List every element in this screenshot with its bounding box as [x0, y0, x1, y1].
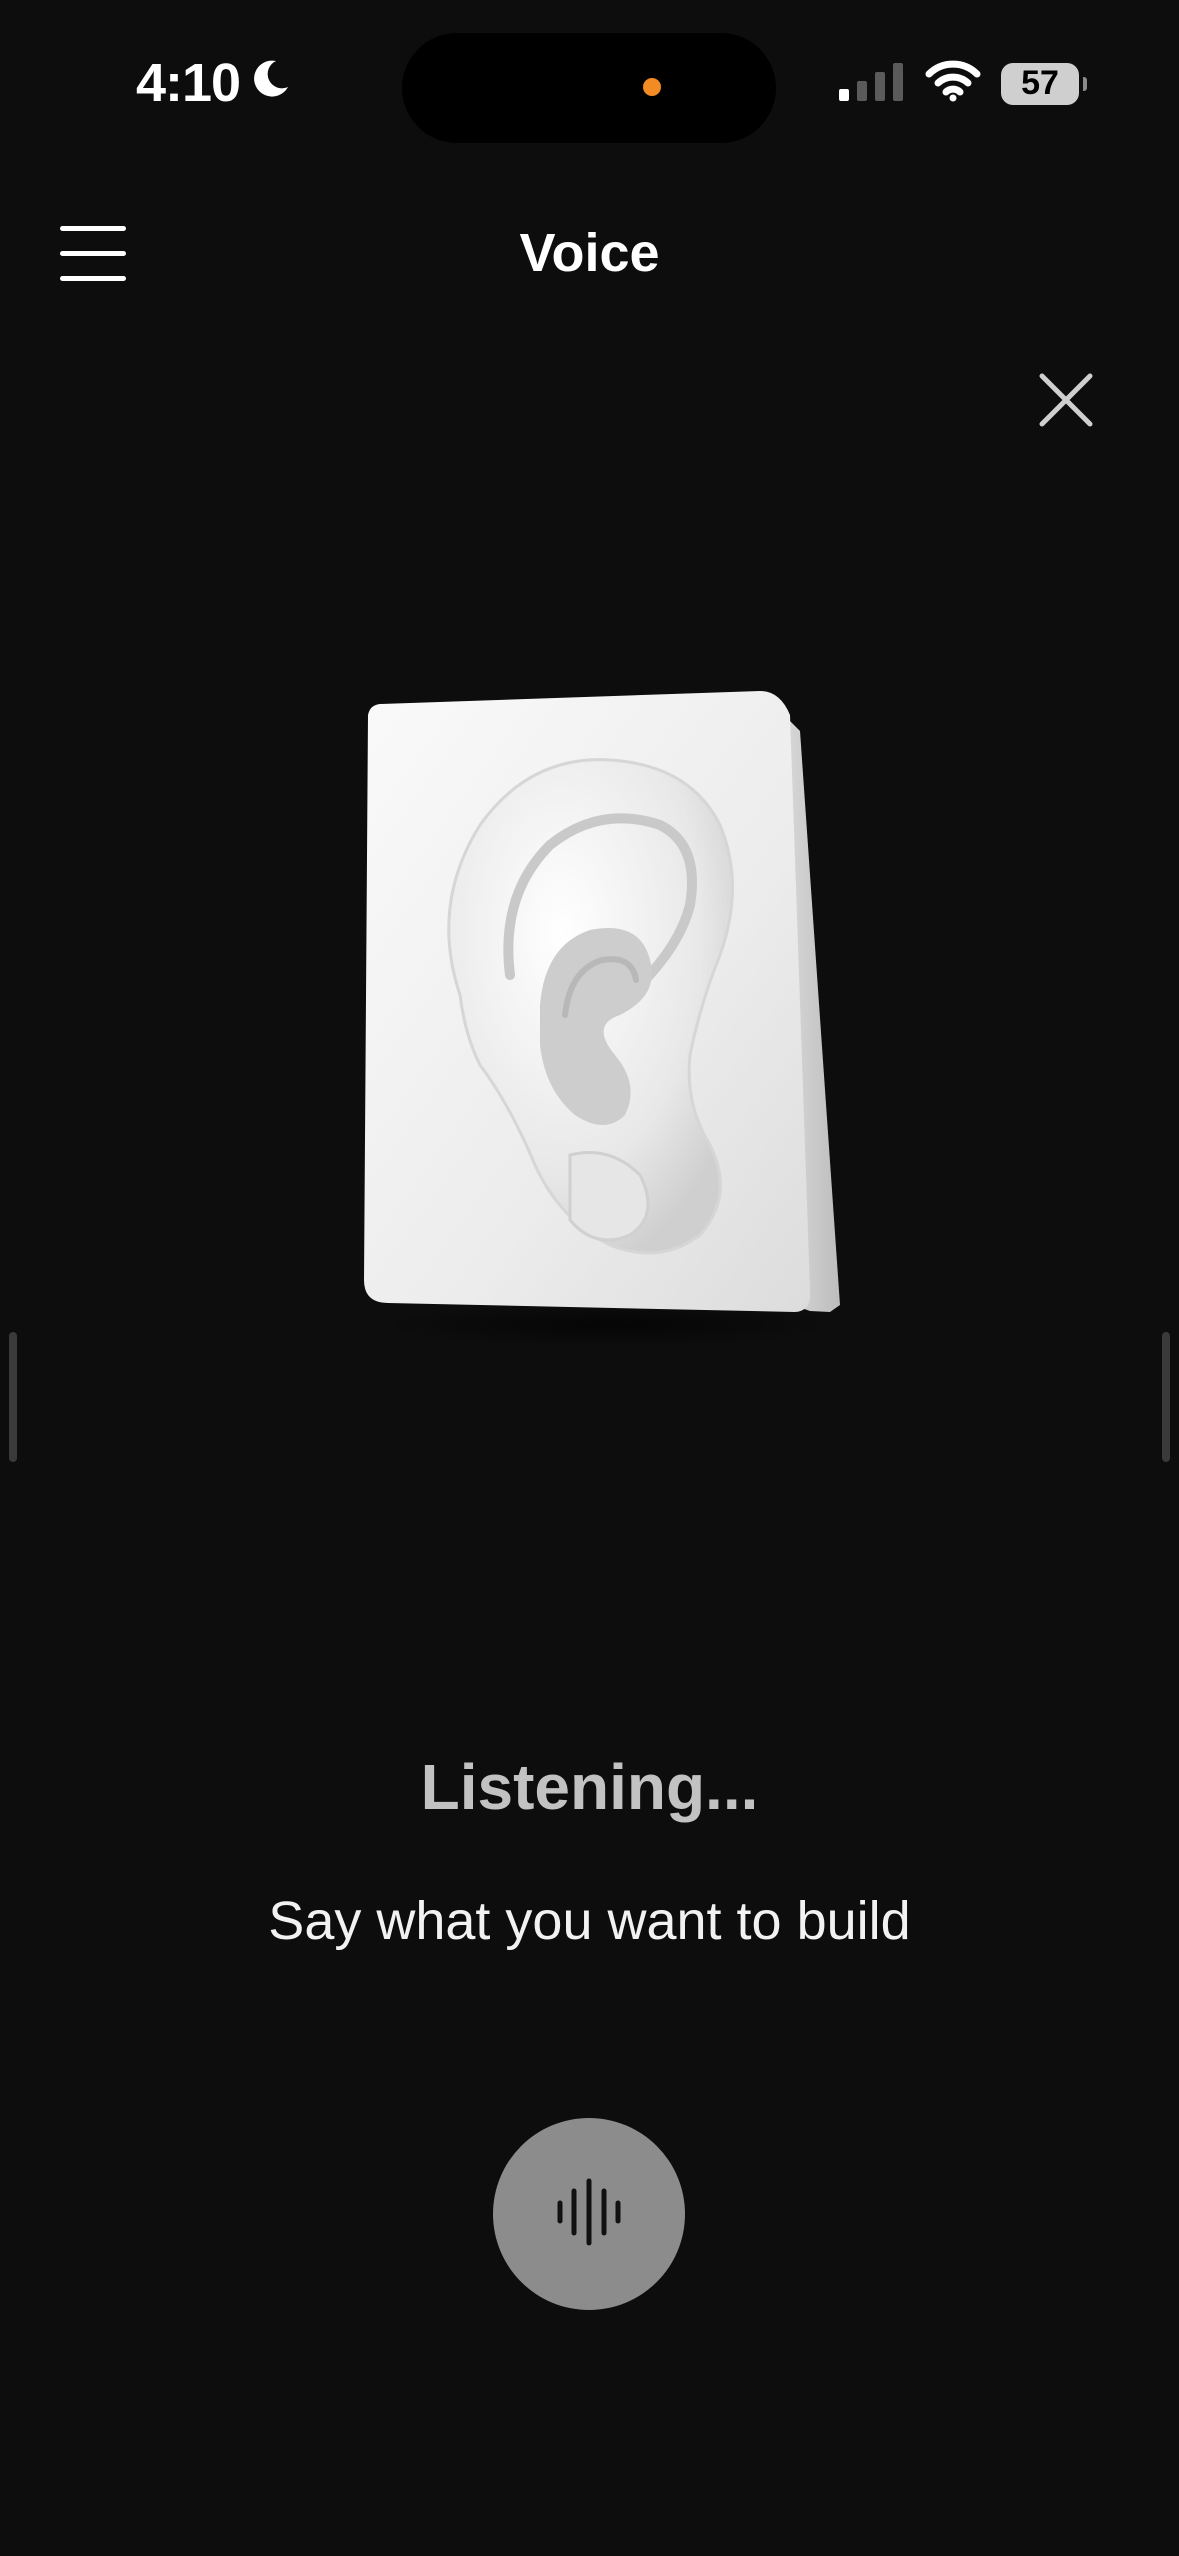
page-title: Voice — [519, 223, 660, 283]
battery-level: 57 — [1021, 64, 1059, 102]
left-edge-handle[interactable] — [9, 1332, 17, 1462]
battery-indicator: 57 — [1001, 62, 1087, 105]
status-time: 4:10 — [136, 52, 292, 114]
right-edge-handle[interactable] — [1162, 1332, 1170, 1462]
time-label: 4:10 — [136, 53, 241, 113]
ear-sculpture-illustration — [340, 675, 860, 1355]
listening-status: Listening... — [420, 1751, 759, 1823]
privacy-indicator-dot — [643, 78, 661, 96]
wifi-icon — [925, 60, 981, 107]
moon-icon — [248, 52, 292, 114]
dynamic-island — [402, 33, 776, 143]
voice-waveform-button[interactable] — [493, 2118, 685, 2310]
close-icon[interactable] — [1036, 370, 1096, 430]
cellular-signal-icon — [839, 61, 905, 106]
status-indicators: 57 — [839, 60, 1087, 107]
waveform-icon — [554, 2177, 624, 2252]
voice-prompt: Say what you want to build — [268, 1891, 911, 1951]
